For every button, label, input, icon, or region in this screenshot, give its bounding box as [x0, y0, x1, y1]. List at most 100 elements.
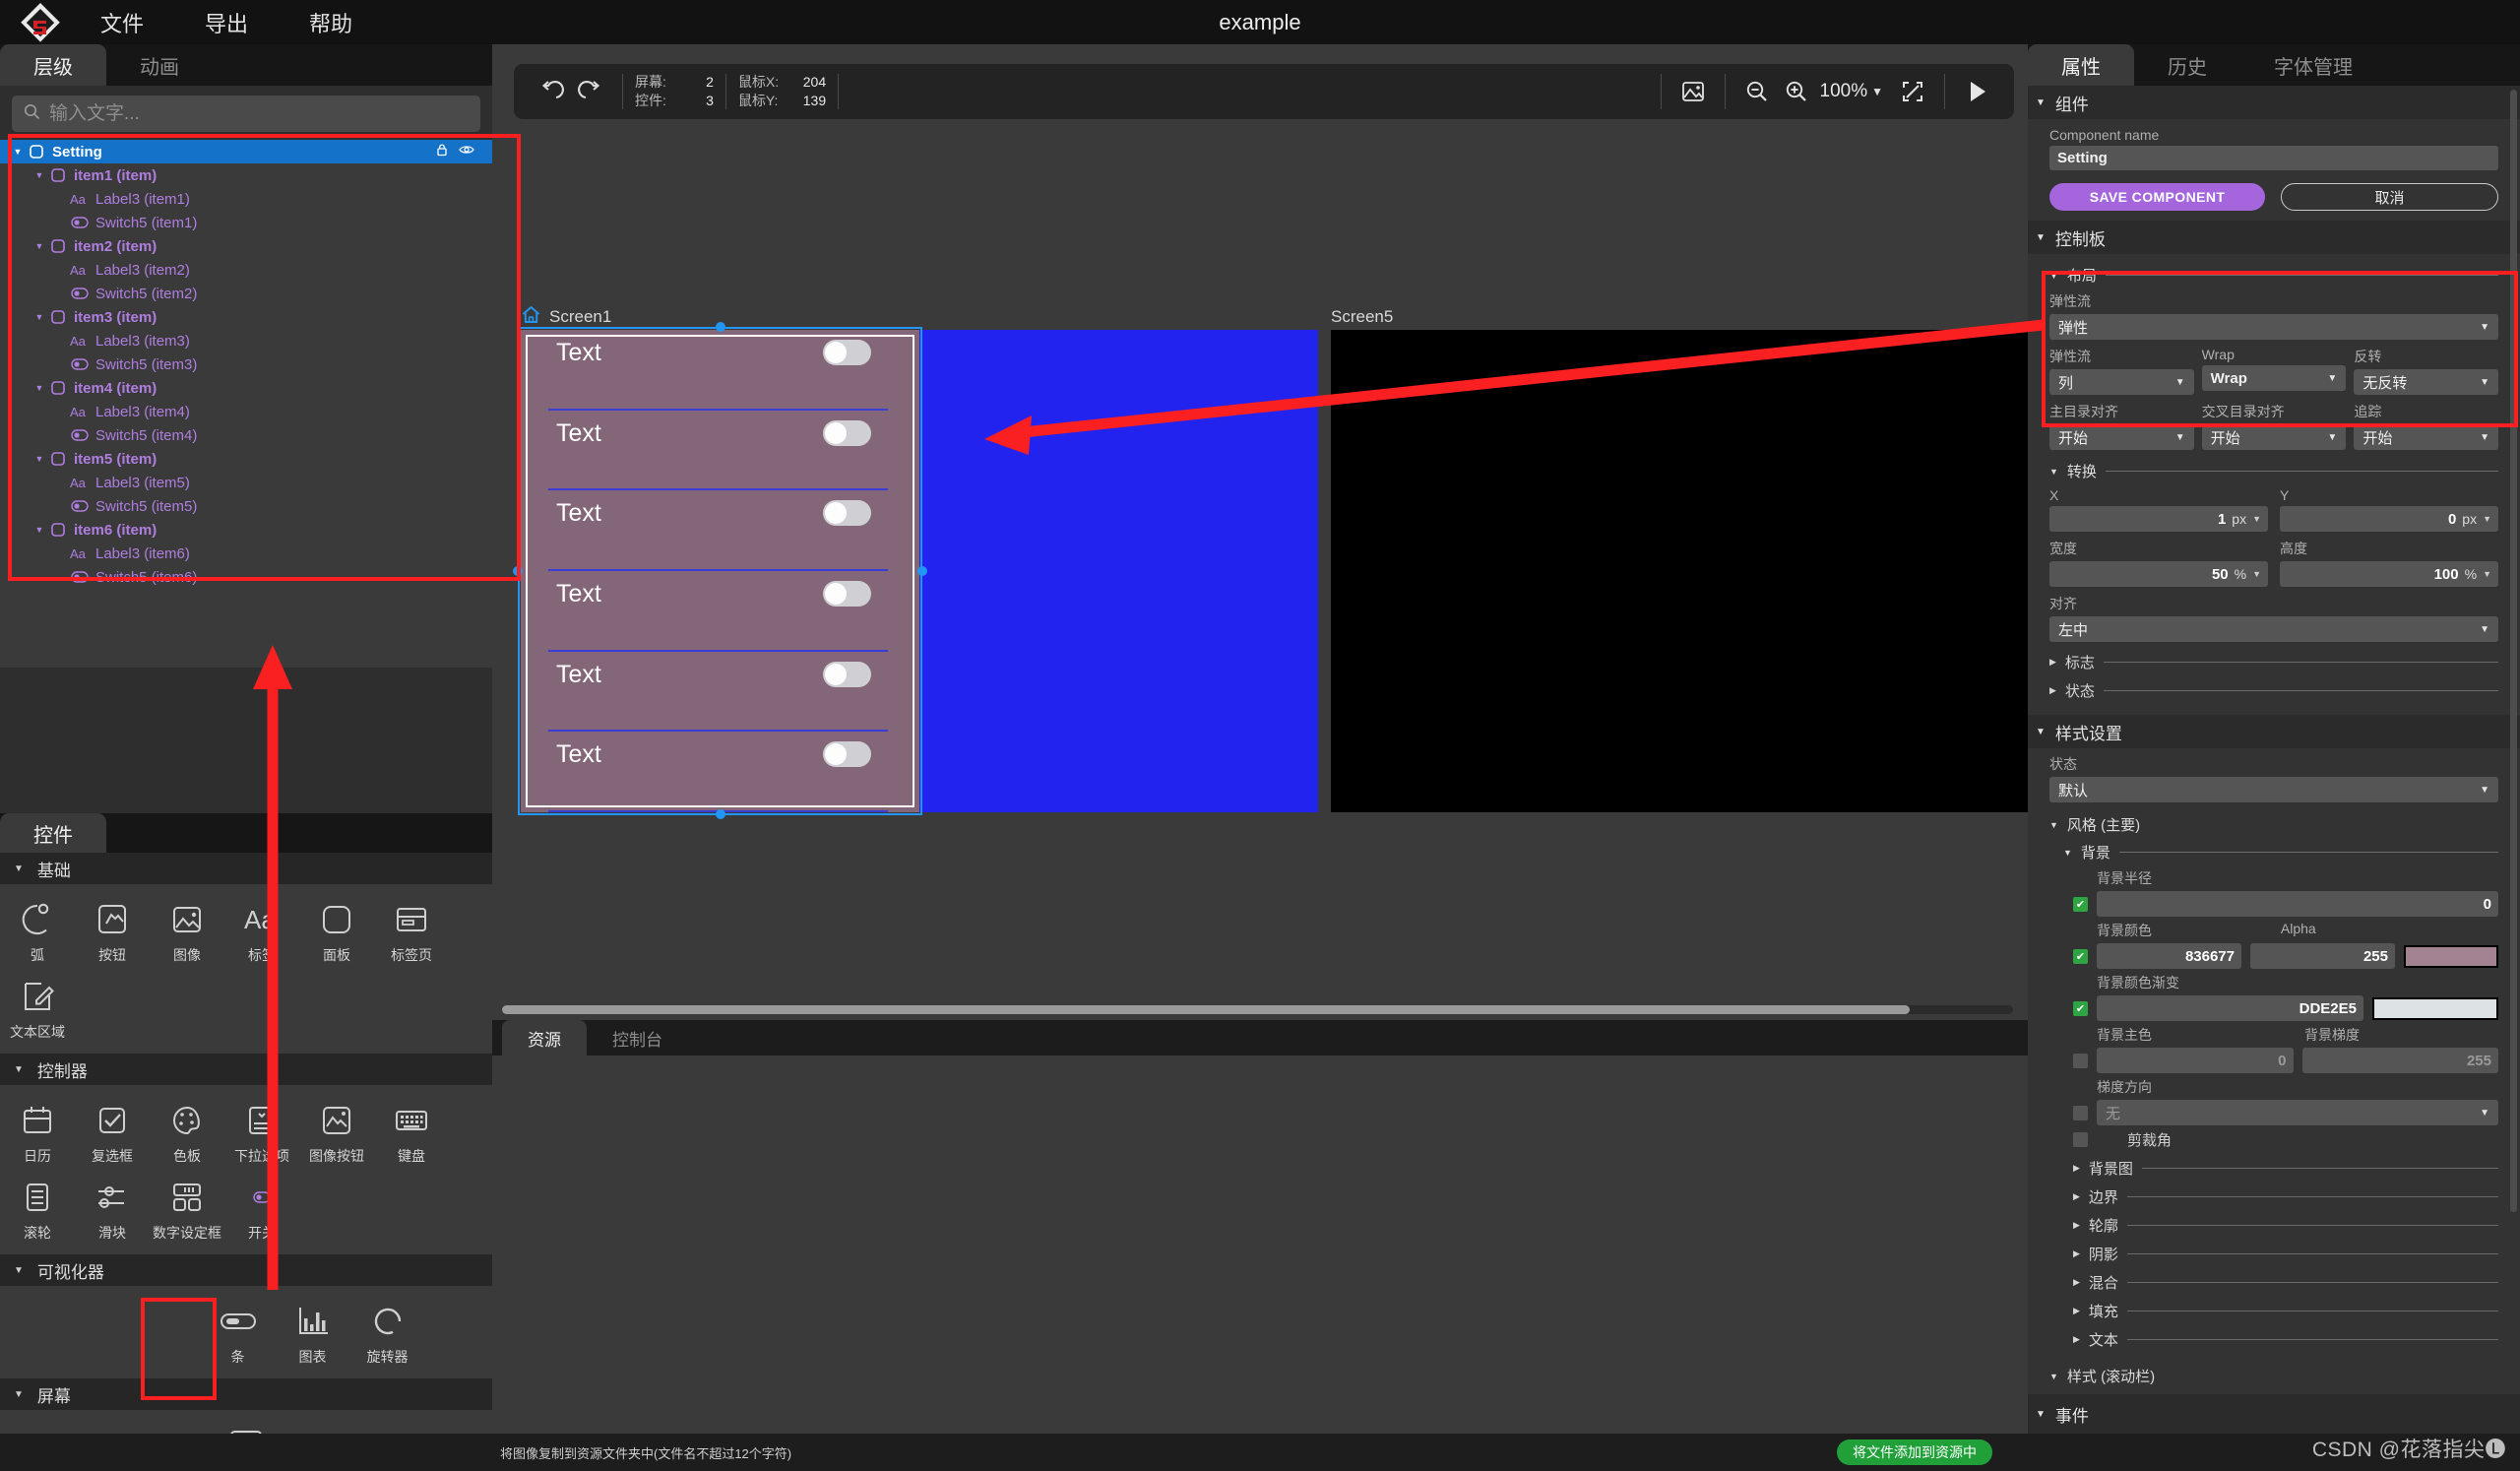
triangle-down-icon[interactable]: ▼ [32, 454, 47, 464]
setting-row[interactable]: Text [521, 411, 919, 491]
section-component[interactable]: ▼ 组件 [2028, 86, 2520, 119]
subsection-states[interactable]: ▶ 状态 [2049, 676, 2498, 705]
palette-item[interactable]: 滚轮 [3, 1170, 72, 1243]
tree-row[interactable]: Aa Label3 (item4) [0, 400, 492, 423]
setting-row[interactable]: Text [521, 652, 919, 733]
palette-item[interactable]: 键盘 [377, 1093, 446, 1166]
zoom-in-icon[interactable] [1777, 72, 1816, 111]
palette-item[interactable]: 面板 [302, 892, 371, 965]
setting-component-preview[interactable]: Text Text Text Text Text Text [521, 330, 919, 812]
collapsed-subsection[interactable]: ▶ 背景图 [2073, 1154, 2498, 1183]
tab-font-manager[interactable]: 字体管理 [2240, 44, 2386, 86]
palette-item[interactable]: 复选框 [78, 1093, 147, 1166]
bg-gradient-input[interactable]: DDE2E5 [2097, 995, 2363, 1021]
tree-row[interactable]: ▼ item4 (item) [0, 376, 492, 400]
bg-main-color-checkbox[interactable]: ✔ [2073, 1053, 2088, 1068]
properties-vertical-scrollbar[interactable] [2510, 90, 2517, 1212]
menu-file[interactable]: 文件 [100, 7, 144, 38]
bg-radius-checkbox[interactable]: ✔ [2073, 896, 2088, 912]
transform-x-input[interactable]: 1 px ▼ [2049, 506, 2268, 532]
tab-console[interactable]: 控制台 [587, 1020, 688, 1055]
tree-row[interactable]: ▼ item3 (item) [0, 305, 492, 329]
tree-row[interactable]: ▼ item5 (item) [0, 447, 492, 471]
bg-color-swatch[interactable] [2404, 944, 2498, 968]
lock-icon[interactable] [435, 143, 449, 160]
flex-flow-select[interactable]: 弹性 ▼ [2049, 314, 2498, 340]
subsection-transform[interactable]: ▼ 转换 [2049, 461, 2498, 481]
field-wrap-select[interactable]: Wrap ▼ [2201, 365, 2347, 391]
tree-row[interactable]: ▼ Setting [0, 140, 492, 163]
canvas-horizontal-scrollbar[interactable] [502, 1005, 2013, 1014]
transform-align-select[interactable]: 左中 ▼ [2049, 616, 2498, 642]
bg-radius-input[interactable]: 0 [2097, 891, 2498, 917]
subsection-main-style[interactable]: ▼ 风格 (主要) [2049, 814, 2498, 835]
tree-row[interactable]: Switch5 (item3) [0, 352, 492, 376]
style-state-select[interactable]: 默认 ▼ [2049, 777, 2498, 802]
palette-item[interactable]: 文本区域 [3, 969, 72, 1042]
subsection-scroll-style[interactable]: ▼ 样式 (滚动栏) [2049, 1366, 2498, 1386]
triangle-down-icon[interactable]: ▼ [32, 312, 47, 322]
palette-item[interactable]: Aa 标签 [227, 892, 296, 965]
tree-row[interactable]: ▼ item6 (item) [0, 518, 492, 542]
subsection-flags[interactable]: ▶ 标志 [2049, 648, 2498, 676]
palette-item[interactable]: 开关 [227, 1170, 296, 1243]
section-events[interactable]: ▼ 事件 [2028, 1394, 2520, 1434]
palette-group-header[interactable]: ▼ 基础 [0, 853, 492, 884]
collapsed-subsection[interactable]: ▶ 边界 [2073, 1183, 2498, 1211]
palette-item[interactable]: 色板 [153, 1093, 221, 1166]
eye-icon[interactable] [459, 143, 474, 160]
tree-row[interactable]: Switch5 (item5) [0, 494, 492, 518]
redo-icon[interactable] [571, 72, 610, 111]
setting-row[interactable]: Text [521, 571, 919, 652]
tab-history[interactable]: 历史 [2134, 44, 2240, 86]
field-track-align-select[interactable]: 开始 ▼ [2354, 424, 2498, 450]
triangle-down-icon[interactable]: ▼ [32, 170, 47, 180]
palette-item[interactable]: 图表 [279, 1294, 347, 1367]
palette-group-header[interactable]: ▼ 控制器 [0, 1054, 492, 1085]
undo-icon[interactable] [532, 72, 571, 111]
collapsed-subsection[interactable]: ▶ 轮廓 [2073, 1211, 2498, 1240]
palette-item[interactable]: 弧 [3, 892, 72, 965]
field-main-align-select[interactable]: 开始 ▼ [2049, 424, 2194, 450]
subsection-layout[interactable]: ▼ 布局 [2049, 265, 2498, 286]
tab-properties[interactable]: 属性 [2028, 44, 2134, 86]
screen5-body[interactable] [1331, 330, 2030, 812]
field-flex-direction-select[interactable]: 列 ▼ [2049, 369, 2194, 395]
transform-height-input[interactable]: 100 % ▼ [2280, 561, 2498, 587]
palette-item[interactable]: 图像 [153, 892, 221, 965]
bg-spread-input[interactable]: 255 [2301, 1048, 2498, 1073]
setting-row-switch[interactable] [823, 419, 871, 446]
palette-item[interactable]: 滑块 [78, 1170, 147, 1243]
tree-row[interactable]: Switch5 (item1) [0, 211, 492, 234]
bg-gradient-swatch[interactable] [2372, 996, 2498, 1020]
chevron-down-icon[interactable]: ▼ [1871, 85, 1883, 98]
setting-row-switch[interactable] [823, 741, 871, 768]
palette-item[interactable]: 标签页 [377, 892, 446, 965]
triangle-down-icon[interactable]: ▼ [32, 525, 47, 535]
tree-row[interactable]: Switch5 (item2) [0, 282, 492, 305]
component-name-input[interactable]: Setting [2049, 146, 2498, 170]
bg-main-color-input[interactable]: 0 [2097, 1048, 2294, 1073]
palette-item[interactable]: 旋转器 [353, 1294, 422, 1367]
clip-corner-checkbox[interactable]: ✔ [2073, 1132, 2088, 1147]
palette-group-header[interactable]: ▼ 可视化器 [0, 1254, 492, 1286]
chevron-down-icon[interactable]: ▼ [2483, 514, 2491, 524]
fit-screen-icon[interactable] [1893, 72, 1932, 111]
cancel-button[interactable]: 取消 [2281, 183, 2498, 211]
setting-row[interactable]: Text [521, 330, 919, 411]
save-component-button[interactable]: SAVE COMPONENT [2049, 183, 2265, 211]
bg-color-input[interactable]: 836677 [2097, 943, 2241, 969]
field-reverse-select[interactable]: 无反转 ▼ [2354, 369, 2498, 395]
bg-direction-checkbox[interactable]: ✔ [2073, 1105, 2088, 1120]
tab-animation[interactable]: 动画 [106, 44, 213, 86]
bg-color-checkbox[interactable]: ✔ [2073, 948, 2088, 964]
search-input[interactable] [49, 102, 469, 125]
palette-item[interactable]: 按钮 [78, 892, 147, 965]
screen1-body[interactable]: Text Text Text Text Text Text [513, 322, 1318, 819]
tree-row[interactable]: Aa Label3 (item6) [0, 542, 492, 565]
tree-row[interactable]: Aa Label3 (item3) [0, 329, 492, 352]
setting-row[interactable]: Text [521, 732, 919, 812]
triangle-down-icon[interactable]: ▼ [32, 241, 47, 251]
menu-export[interactable]: 导出 [205, 7, 248, 38]
collapsed-subsection[interactable]: ▶ 文本 [2073, 1325, 2498, 1354]
